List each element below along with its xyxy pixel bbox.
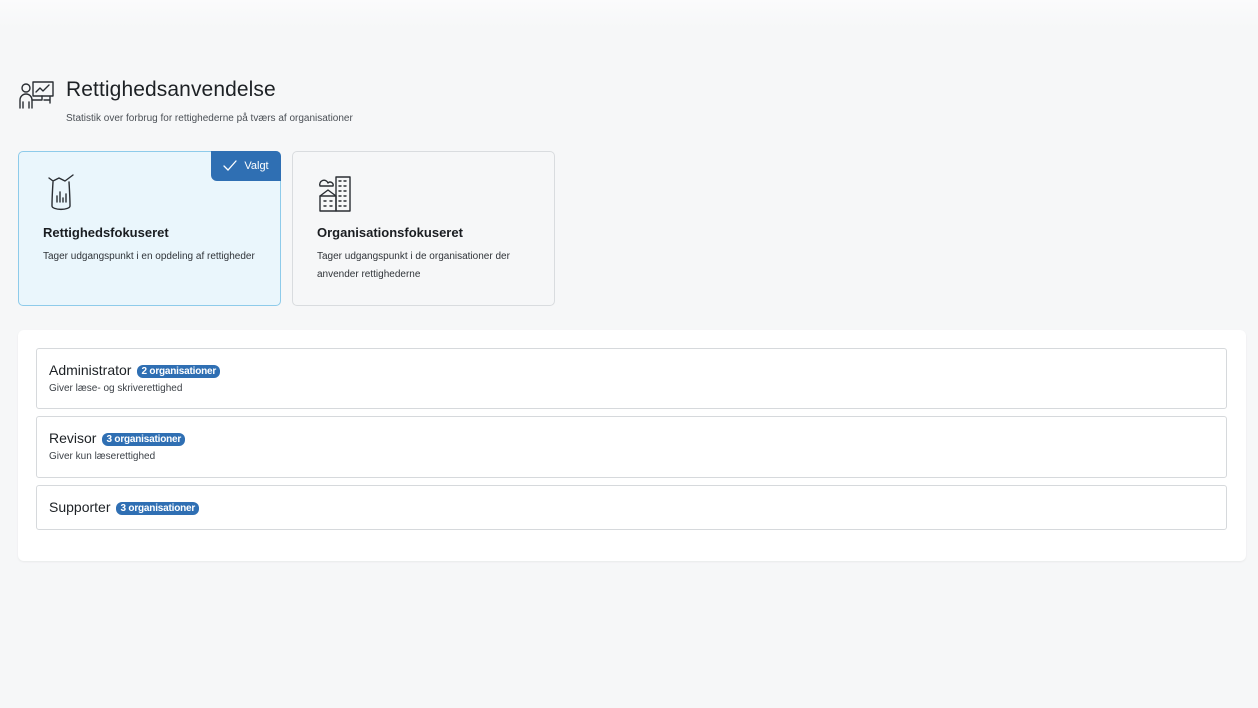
card-rettighedsfokuseret[interactable]: Valgt Rettighedsfokuseret Tager udgangsp… <box>18 151 281 306</box>
role-name: Supporter 3 organisationer <box>49 499 200 515</box>
role-name: Revisor 3 organisationer <box>49 430 186 446</box>
checkmark-icon <box>223 160 238 171</box>
organisation-count-badge: 3 organisationer <box>102 433 186 446</box>
page-title: Rettighedsanvendelse <box>66 78 276 101</box>
role-row-supporter[interactable]: Supporter 3 organisationer <box>36 485 1227 530</box>
card-title: Rettighedsfokuseret <box>43 225 169 240</box>
top-bar <box>0 0 1258 28</box>
card-description: Tager udgangspunkt i de organisationer d… <box>317 251 510 280</box>
role-name-text: Revisor <box>49 430 97 446</box>
card-organisationsfokuseret[interactable]: Organisationsfokuseret Tager udgangspunk… <box>292 151 555 306</box>
role-name-text: Supporter <box>49 499 111 515</box>
selected-badge: Valgt <box>211 151 281 181</box>
organisation-count-badge: 2 organisationer <box>137 365 221 378</box>
roles-list-panel: Administrator 2 organisationer Giver læse… <box>18 330 1246 561</box>
card-description: Tager udgangspunkt i en opdeling af rett… <box>43 251 255 262</box>
role-name: Administrator 2 organisationer <box>49 362 221 378</box>
buildings-icon <box>319 176 351 212</box>
trash-can-chart-icon <box>48 174 74 211</box>
role-row-revisor[interactable]: Revisor 3 organisationer Giver kun læsere… <box>36 416 1227 478</box>
presenter-chart-icon <box>19 81 54 109</box>
role-description: Giver kun læserettighed <box>49 451 156 462</box>
page-subtitle: Statistik over forbrug for rettighederne… <box>66 113 353 124</box>
role-row-administrator[interactable]: Administrator 2 organisationer Giver læse… <box>36 348 1227 409</box>
role-description: Giver læse- og skriverettighed <box>49 383 183 394</box>
organisation-count-badge: 3 organisationer <box>116 502 200 515</box>
card-title: Organisationsfokuseret <box>317 225 463 240</box>
role-name-text: Administrator <box>49 362 132 378</box>
selected-badge-label: Valgt <box>244 160 269 172</box>
